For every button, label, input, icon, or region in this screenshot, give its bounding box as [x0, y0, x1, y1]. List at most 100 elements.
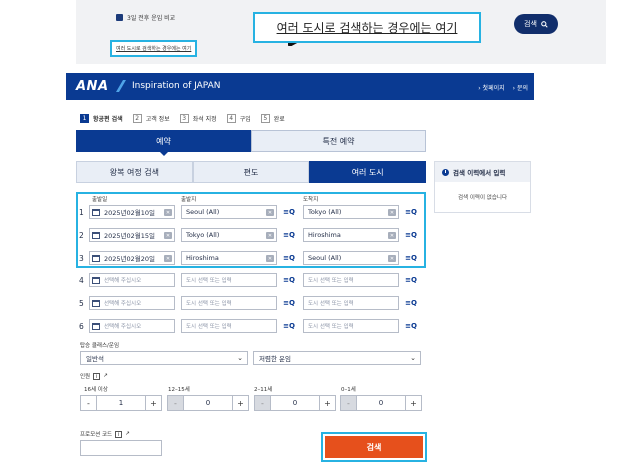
dest-placeholder: 도시 선택 또는 입력 — [308, 301, 354, 307]
search-button[interactable]: 검색 — [325, 436, 423, 458]
origin-city-field[interactable]: 도시 선택 또는 입력 — [181, 319, 277, 333]
date-value: 2025년02월20일 — [104, 255, 156, 263]
info-icon[interactable]: i — [115, 430, 123, 438]
step-number: 3 — [179, 114, 189, 123]
step-label: 항공편 검색 — [93, 116, 123, 123]
col-label-origin: 출발지 — [181, 197, 197, 203]
multi-city-link-enlarged[interactable]: 여러 도시로 검색하는 경우에는 여기 — [253, 12, 481, 43]
increment-button[interactable]: + — [320, 396, 335, 410]
ana-logo[interactable]: ANA — [76, 79, 109, 94]
city-list-icon[interactable]: ≡Q — [405, 207, 417, 217]
chevron-down-icon: ⌄ — [410, 354, 416, 362]
stepper-value[interactable]: 0 — [356, 396, 406, 410]
info-icon[interactable]: i — [93, 372, 101, 380]
origin-city-field[interactable]: Seoul (All) ✕ — [181, 205, 277, 219]
row-number: 2 — [79, 231, 84, 240]
contact-link[interactable]: › 문의 — [513, 83, 528, 92]
tab-reservation[interactable]: 예약 — [76, 130, 251, 156]
step-4: 4 구입 — [226, 114, 251, 123]
search-icon — [541, 20, 548, 28]
pax-group-label: 0–1세 — [341, 387, 356, 393]
clear-icon[interactable]: ✕ — [164, 255, 172, 262]
multi-city-link-small[interactable]: 여러 도시로 검색하는 경우에는 여기 — [110, 40, 198, 57]
compare-fares-checkbox[interactable]: 3일 전후 운임 비교 — [116, 13, 175, 22]
calendar-icon — [92, 254, 100, 262]
calendar-icon — [92, 276, 100, 284]
dest-value: Seoul (All) — [308, 254, 342, 262]
top-search-button[interactable]: 검색 — [514, 14, 558, 34]
city-list-icon[interactable]: ≡Q — [283, 253, 295, 263]
departure-date-field[interactable]: 선택해 주십시오 — [89, 319, 175, 333]
city-list-icon[interactable]: ≡Q — [283, 321, 295, 331]
home-link[interactable]: › 첫페이지 — [478, 83, 504, 92]
tab-multi-city[interactable]: 여러 도시 — [309, 161, 427, 183]
city-list-icon[interactable]: ≡Q — [283, 230, 295, 240]
youth-stepper: - 0 + — [167, 395, 249, 411]
clear-icon[interactable]: ✕ — [388, 232, 396, 239]
clear-icon[interactable]: ✕ — [266, 209, 274, 216]
origin-city-field[interactable]: Tokyo (All) ✕ — [181, 228, 277, 242]
stepper-value[interactable]: 0 — [183, 396, 233, 410]
departure-date-field[interactable]: 2025년02월15일 ✕ — [89, 228, 175, 242]
checkbox-checked-icon — [116, 14, 123, 21]
history-empty-text: 검색 이력이 없습니다 — [457, 195, 508, 201]
external-link-icon[interactable]: ↗ — [125, 431, 130, 437]
decrement-button[interactable]: - — [168, 396, 183, 410]
row-number: 4 — [79, 276, 84, 285]
history-header[interactable]: 검색 이력에서 입력 — [435, 162, 530, 182]
date-placeholder: 선택해 주십시오 — [104, 301, 142, 307]
increment-button[interactable]: + — [233, 396, 248, 410]
decrement-button[interactable]: - — [255, 396, 270, 410]
tab-round-trip[interactable]: 왕복 여정 검색 — [76, 161, 193, 183]
cabin-class-select[interactable]: 일반석 ⌄ — [80, 351, 248, 365]
clear-icon[interactable]: ✕ — [388, 255, 396, 262]
instruction-inset: 3일 전후 운임 비교 여러 도시로 검색하는 경우에는 여기 여러 도시로 검… — [76, 0, 606, 64]
dest-value: Hiroshima — [308, 231, 341, 239]
origin-city-field[interactable]: Hiroshima ✕ — [181, 251, 277, 265]
step-number: 4 — [226, 114, 236, 123]
promo-label: 프로모션 코드 i ↗ — [80, 430, 130, 438]
city-list-icon[interactable]: ≡Q — [283, 207, 295, 217]
city-list-icon[interactable]: ≡Q — [405, 230, 417, 240]
passenger-label-text: 인원 — [80, 374, 91, 380]
city-list-icon[interactable]: ≡Q — [405, 321, 417, 331]
origin-city-field[interactable]: 도시 선택 또는 입력 — [181, 273, 277, 287]
clear-icon[interactable]: ✕ — [388, 209, 396, 216]
departure-date-field[interactable]: 선택해 주십시오 — [89, 273, 175, 287]
external-link-icon[interactable]: ↗ — [103, 373, 108, 379]
destination-city-field[interactable]: 도시 선택 또는 입력 — [303, 319, 399, 333]
origin-city-field[interactable]: 도시 선택 또는 입력 — [181, 296, 277, 310]
clear-icon[interactable]: ✕ — [266, 255, 274, 262]
destination-city-field[interactable]: Seoul (All) ✕ — [303, 251, 399, 265]
tab-award-reservation[interactable]: 특전 예약 — [251, 130, 426, 152]
stepper-value[interactable]: 1 — [96, 396, 146, 410]
calendar-icon — [92, 208, 100, 216]
increment-button[interactable]: + — [146, 396, 161, 410]
fare-type-select[interactable]: 저렴한 운임 ⌄ — [253, 351, 421, 365]
departure-date-field[interactable]: 선택해 주십시오 — [89, 296, 175, 310]
stepper-value[interactable]: 0 — [270, 396, 320, 410]
clear-icon[interactable]: ✕ — [266, 232, 274, 239]
decrement-button[interactable]: - — [81, 396, 96, 410]
destination-city-field[interactable]: 도시 선택 또는 입력 — [303, 273, 399, 287]
increment-button[interactable]: + — [406, 396, 421, 410]
promo-code-input[interactable] — [80, 440, 162, 456]
pax-group-label: 16세 이상 — [84, 387, 108, 393]
step-1: 1 항공편 검색 — [80, 114, 123, 123]
destination-city-field[interactable]: 도시 선택 또는 입력 — [303, 296, 399, 310]
city-list-icon[interactable]: ≡Q — [405, 253, 417, 263]
top-search-label: 검색 — [524, 20, 537, 28]
destination-city-field[interactable]: Hiroshima ✕ — [303, 228, 399, 242]
city-list-icon[interactable]: ≡Q — [283, 275, 295, 285]
city-list-icon[interactable]: ≡Q — [405, 298, 417, 308]
city-list-icon[interactable]: ≡Q — [283, 298, 295, 308]
departure-date-field[interactable]: 2025년02월10일 ✕ — [89, 205, 175, 219]
city-list-icon[interactable]: ≡Q — [405, 275, 417, 285]
decrement-button[interactable]: - — [341, 396, 356, 410]
tab-one-way[interactable]: 편도 — [192, 161, 310, 183]
clear-icon[interactable]: ✕ — [164, 209, 172, 216]
clock-icon — [442, 168, 449, 176]
clear-icon[interactable]: ✕ — [164, 232, 172, 239]
destination-city-field[interactable]: Tokyo (All) ✕ — [303, 205, 399, 219]
departure-date-field[interactable]: 2025년02월20일 ✕ — [89, 251, 175, 265]
